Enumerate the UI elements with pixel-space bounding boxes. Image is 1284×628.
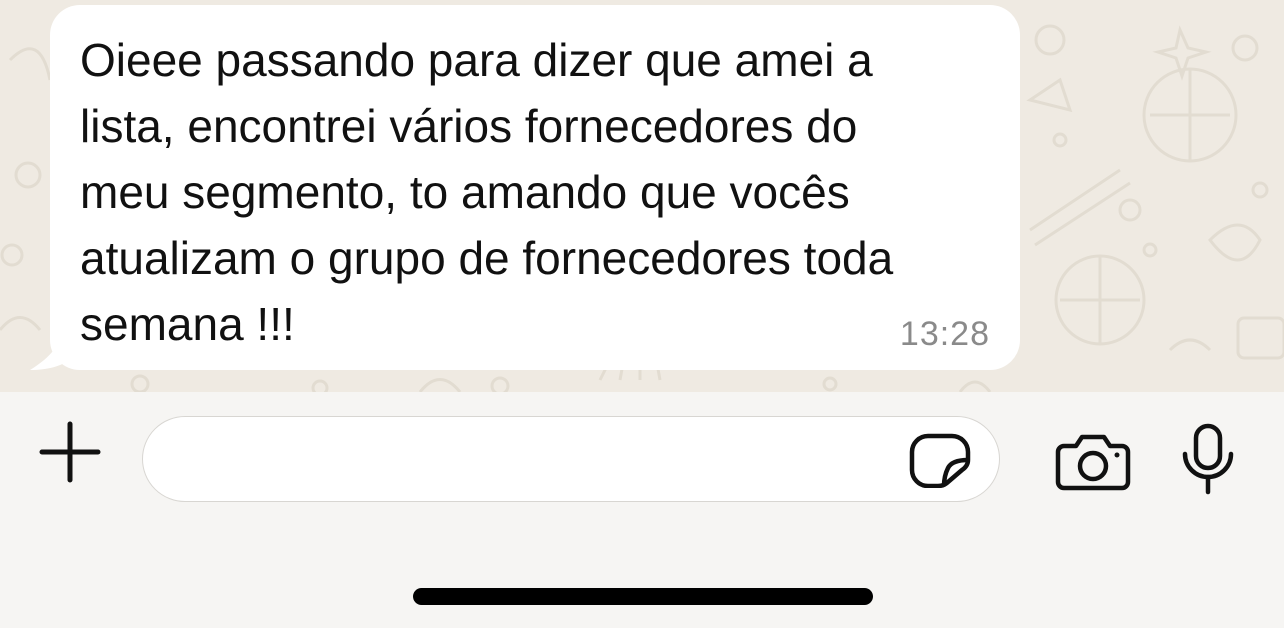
- message-timestamp: 13:28: [899, 315, 990, 353]
- sticker-button[interactable]: [908, 432, 972, 488]
- attach-button[interactable]: [36, 418, 104, 486]
- camera-icon: [1055, 434, 1131, 491]
- microphone-icon: [1182, 423, 1234, 495]
- camera-button[interactable]: [1054, 432, 1132, 492]
- home-indicator[interactable]: [413, 588, 873, 605]
- message-text: Oieee passando para dizer que amei a lis…: [80, 34, 894, 350]
- mic-button[interactable]: [1180, 422, 1236, 496]
- message-bubble[interactable]: Oieee passando para dizer que amei a lis…: [50, 5, 1020, 370]
- bubble-tail: [30, 318, 68, 370]
- message-input[interactable]: [142, 416, 1000, 502]
- chat-area[interactable]: Oieee passando para dizer que amei a lis…: [0, 0, 1284, 392]
- plus-icon: [39, 421, 101, 483]
- sticker-icon: [909, 433, 971, 488]
